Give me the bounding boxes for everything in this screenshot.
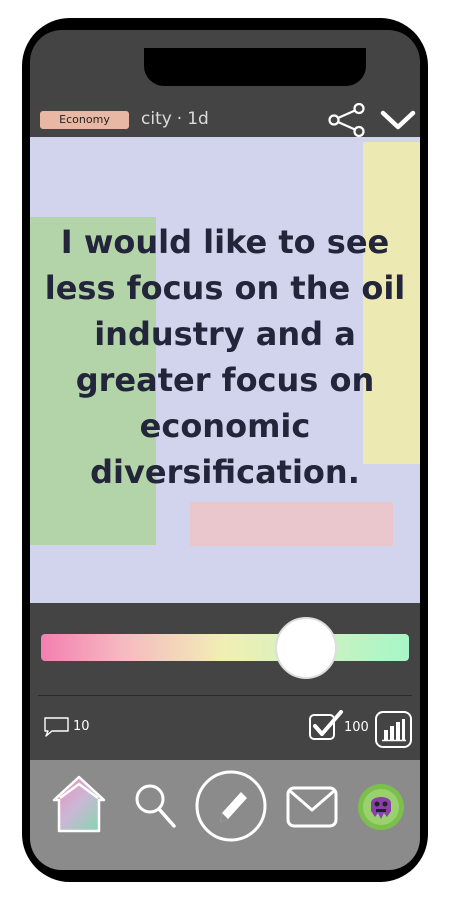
slider-handle[interactable]	[274, 617, 337, 679]
chevron-down-icon[interactable]	[380, 105, 416, 135]
app-screen: Economy city · 1d I would like to see less…	[30, 30, 420, 870]
agree-button[interactable]: 100	[308, 710, 370, 742]
bar-chart-icon	[382, 719, 406, 742]
bottom-nav	[30, 760, 420, 870]
comment-button[interactable]: 10	[43, 716, 90, 738]
meta-separator: ·	[176, 109, 183, 129]
decor-pink-block	[190, 502, 393, 546]
profile-avatar[interactable]	[357, 783, 405, 831]
post-text: I would like to see less focus on the oi…	[44, 223, 406, 491]
mail-icon[interactable]	[286, 786, 338, 828]
checkbox-check-icon	[309, 710, 343, 740]
post-location[interactable]: city	[141, 109, 172, 129]
stats-button[interactable]	[375, 711, 412, 748]
home-icon[interactable]	[52, 774, 106, 834]
phone-notch	[144, 48, 366, 86]
rating-slider[interactable]	[41, 617, 409, 679]
compose-icon[interactable]	[195, 770, 267, 842]
comment-icon	[44, 717, 69, 737]
post-card[interactable]: I would like to see less focus on the oi…	[30, 137, 420, 603]
post-age: 1d	[187, 109, 209, 129]
agree-count: 100	[344, 720, 369, 735]
category-tag[interactable]: Economy	[40, 111, 129, 129]
divider	[38, 695, 412, 696]
share-icon[interactable]	[328, 103, 366, 137]
comment-count: 10	[73, 719, 90, 734]
search-icon[interactable]	[133, 782, 177, 830]
post-meta: city · 1d	[141, 108, 209, 130]
